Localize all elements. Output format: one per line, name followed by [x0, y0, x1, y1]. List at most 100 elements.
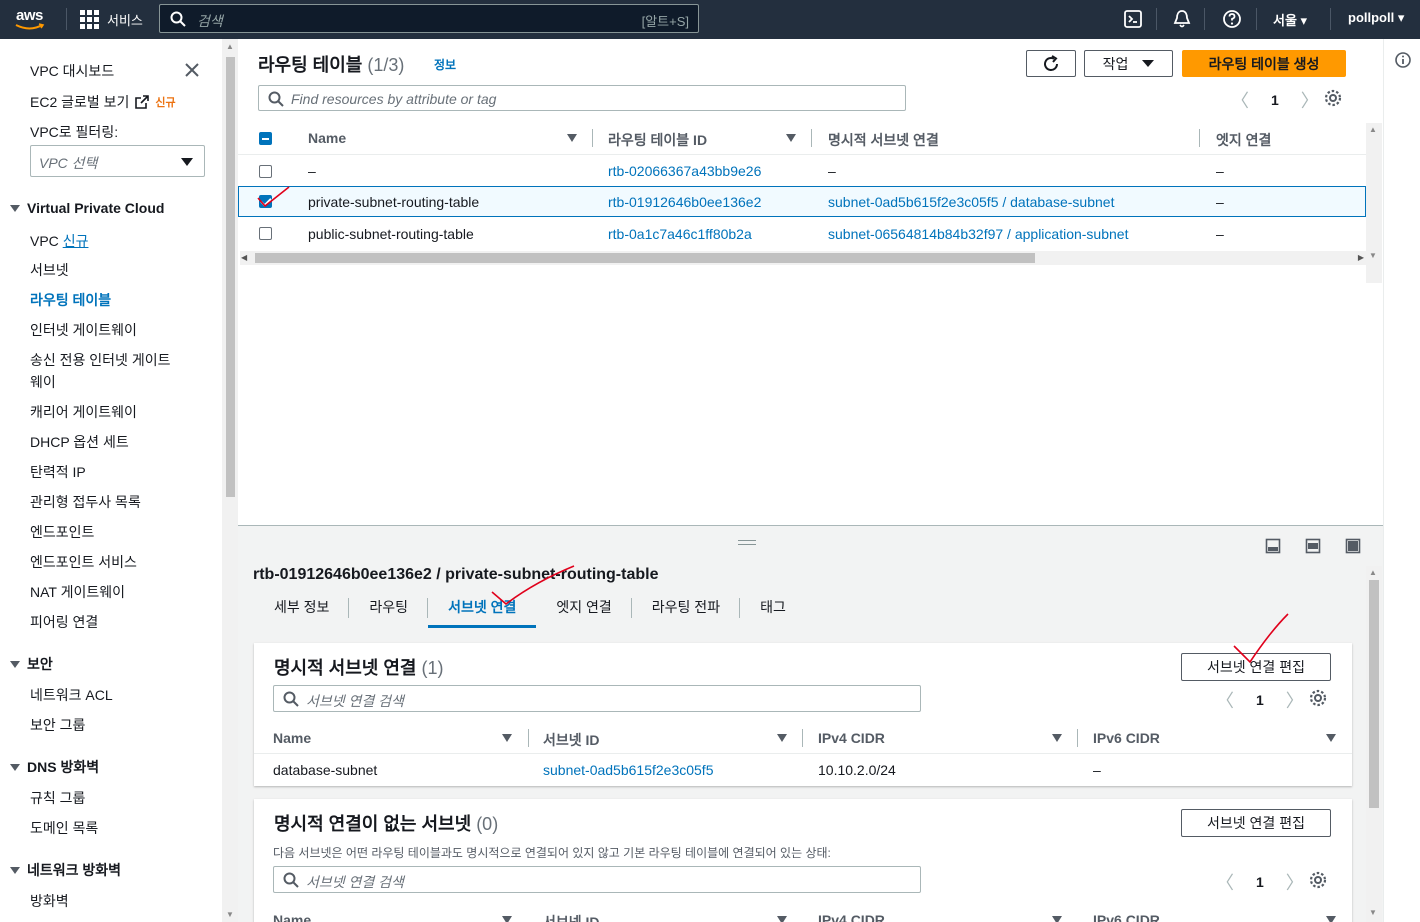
table-horizontal-scrollbar[interactable]: ◀ ▶ — [240, 251, 1366, 265]
subnet-association-search-input[interactable]: 서브넷 연결 검색 — [273, 685, 921, 712]
page-number[interactable]: 1 — [1271, 92, 1279, 108]
sidebar-item-vpc[interactable]: VPC 신규 — [30, 231, 88, 251]
gear-icon[interactable] — [1309, 871, 1327, 889]
chevron-left-icon[interactable]: 〈 — [1216, 869, 1234, 895]
column-header-subnet-id[interactable]: 서브넷 ID — [543, 912, 600, 922]
subnet-link[interactable]: subnet-06564814b84b32f97 / application-s… — [828, 226, 1128, 242]
sidebar-item-nat-gateways[interactable]: NAT 게이트웨이 — [30, 582, 125, 602]
scroll-down-icon[interactable]: ▼ — [226, 910, 234, 919]
scroll-down-icon[interactable]: ▼ — [1369, 908, 1377, 917]
sort-icon[interactable] — [1052, 916, 1062, 922]
scrollbar-thumb[interactable] — [255, 253, 1035, 263]
sort-icon[interactable] — [1052, 734, 1062, 742]
column-header-explicit-subnet[interactable]: 명시적 서브넷 연결 — [828, 130, 939, 150]
sidebar-item-firewalls[interactable]: 방화벽 — [30, 891, 69, 911]
column-divider[interactable] — [1199, 129, 1200, 147]
sort-icon[interactable] — [1326, 734, 1336, 742]
chevron-left-icon[interactable]: 〈 — [1216, 687, 1234, 713]
route-table-id-link[interactable]: rtb-0a1c7a46c1ff80b2a — [608, 226, 752, 242]
region-selector[interactable]: 서울 ▾ — [1273, 10, 1307, 29]
column-header-name[interactable]: Name — [273, 912, 311, 922]
row-checkbox[interactable] — [259, 195, 272, 208]
column-header-ipv4[interactable]: IPv4 CIDR — [818, 730, 885, 746]
column-header-ipv6[interactable]: IPv6 CIDR — [1093, 912, 1160, 922]
tab-tags[interactable]: 태그 — [740, 586, 806, 626]
sidebar-item-prefix-lists[interactable]: 관리형 접두사 목록 — [30, 492, 141, 512]
info-link[interactable]: 정보 — [434, 56, 456, 73]
notifications-bell-icon[interactable] — [1172, 9, 1192, 29]
column-header-name[interactable]: Name — [308, 130, 346, 146]
gear-icon[interactable] — [1309, 689, 1327, 707]
table-row[interactable]: database-subnet subnet-0ad5b615f2e3c05f5… — [254, 755, 1352, 786]
column-divider[interactable] — [528, 729, 529, 747]
column-header-ipv4[interactable]: IPv4 CIDR — [818, 912, 885, 922]
chevron-right-icon[interactable]: 〉 — [1286, 869, 1304, 895]
edit-subnet-associations-button[interactable]: 서브넷 연결 편집 — [1181, 653, 1331, 681]
table-vertical-scrollbar[interactable]: ▲ ▼ — [1366, 123, 1382, 283]
table-row-selected[interactable]: private-subnet-routing-table rtb-0191264… — [238, 186, 1366, 217]
refresh-button[interactable] — [1026, 50, 1076, 77]
column-divider[interactable] — [592, 129, 593, 147]
account-menu[interactable]: pollpoll ▾ — [1348, 10, 1404, 26]
sort-icon[interactable] — [786, 134, 796, 142]
panel-maximize-icon[interactable] — [1345, 538, 1361, 554]
sidebar-scrollbar[interactable]: ▲ ▼ — [222, 39, 238, 922]
sidebar-item-network-acl[interactable]: 네트워크 ACL — [30, 685, 113, 705]
sidebar-item-security-groups[interactable]: 보안 그룹 — [30, 715, 85, 735]
sidebar-item-internet-gateways[interactable]: 인터넷 게이트웨이 — [30, 320, 137, 340]
panel-side-icon[interactable] — [1305, 538, 1321, 554]
create-route-table-button[interactable]: 라우팅 테이블 생성 — [1182, 50, 1346, 77]
column-divider[interactable] — [811, 129, 812, 147]
sidebar-item-elastic-ips[interactable]: 탄력적 IP — [30, 462, 86, 482]
gear-icon[interactable] — [1324, 89, 1342, 107]
sidebar-item-route-tables[interactable]: 라우팅 테이블 — [30, 290, 111, 310]
actions-button[interactable]: 작업 — [1084, 50, 1173, 77]
chevron-right-icon[interactable]: 〉 — [1301, 87, 1319, 113]
sort-icon[interactable] — [502, 916, 512, 922]
sidebar-item-subnets[interactable]: 서브넷 — [30, 260, 69, 280]
scroll-left-icon[interactable]: ◀ — [241, 253, 247, 262]
tab-details[interactable]: 세부 정보 — [254, 586, 350, 626]
scroll-right-icon[interactable]: ▶ — [1358, 253, 1364, 262]
tab-edge-associations[interactable]: 엣지 연결 — [536, 586, 632, 626]
tab-route-propagation[interactable]: 라우팅 전파 — [632, 586, 741, 626]
sidebar-item-endpoint-services[interactable]: 엔드포인트 서비스 — [30, 552, 137, 572]
global-search-input[interactable]: 검색 [알트+S] — [159, 4, 699, 33]
sidebar-item-rule-groups[interactable]: 규칙 그룹 — [30, 788, 85, 808]
sort-icon[interactable] — [1326, 916, 1336, 922]
vpc-filter-select[interactable]: VPC 선택 — [30, 145, 205, 177]
detail-vertical-scrollbar[interactable]: ▲ ▼ — [1366, 566, 1382, 922]
table-row[interactable]: public-subnet-routing-table rtb-0a1c7a46… — [238, 218, 1366, 250]
tab-subnet-associations[interactable]: 서브넷 연결 — [428, 586, 537, 628]
column-divider[interactable] — [1077, 729, 1078, 747]
resource-filter-input[interactable]: Find resources by attribute or tag — [258, 85, 906, 111]
edit-subnet-associations-button[interactable]: 서브넷 연결 편집 — [1181, 809, 1331, 837]
sidebar-item-dhcp-options[interactable]: DHCP 옵션 세트 — [30, 432, 129, 452]
column-header-name[interactable]: Name — [273, 730, 311, 746]
sidebar-item-dashboard[interactable]: VPC 대시보드 — [30, 61, 114, 81]
scrollbar-thumb[interactable] — [1369, 580, 1379, 808]
sort-icon[interactable] — [777, 734, 787, 742]
drag-handle-icon[interactable] — [738, 540, 756, 545]
page-number[interactable]: 1 — [1256, 692, 1264, 708]
tab-routes[interactable]: 라우팅 — [349, 586, 429, 626]
scrollbar-thumb[interactable] — [226, 57, 235, 497]
page-number[interactable]: 1 — [1256, 874, 1264, 890]
row-checkbox[interactable] — [259, 227, 272, 240]
cloudshell-icon[interactable] — [1123, 9, 1143, 29]
column-header-subnet-id[interactable]: 서브넷 ID — [543, 730, 600, 750]
route-table-id-link[interactable]: rtb-01912646b0ee136e2 — [608, 194, 761, 210]
select-all-checkbox[interactable] — [259, 132, 272, 145]
sidebar-section-vpc[interactable]: Virtual Private Cloud — [10, 200, 164, 216]
sidebar-item-ec2-global[interactable]: EC2 글로벌 보기 신규 — [30, 92, 176, 112]
column-divider[interactable] — [802, 729, 803, 747]
services-menu[interactable]: 서비스 — [80, 10, 143, 29]
scroll-up-icon[interactable]: ▲ — [1369, 568, 1377, 577]
sidebar-item-carrier-gateways[interactable]: 캐리어 게이트웨이 — [30, 402, 137, 422]
scroll-up-icon[interactable]: ▲ — [1369, 125, 1377, 134]
sidebar-item-endpoints[interactable]: 엔드포인트 — [30, 522, 94, 542]
chevron-right-icon[interactable]: 〉 — [1286, 687, 1304, 713]
help-icon[interactable] — [1222, 9, 1242, 29]
sidebar-section-dns-firewall[interactable]: DNS 방화벽 — [10, 757, 99, 777]
sidebar-section-security[interactable]: 보안 — [10, 654, 53, 674]
